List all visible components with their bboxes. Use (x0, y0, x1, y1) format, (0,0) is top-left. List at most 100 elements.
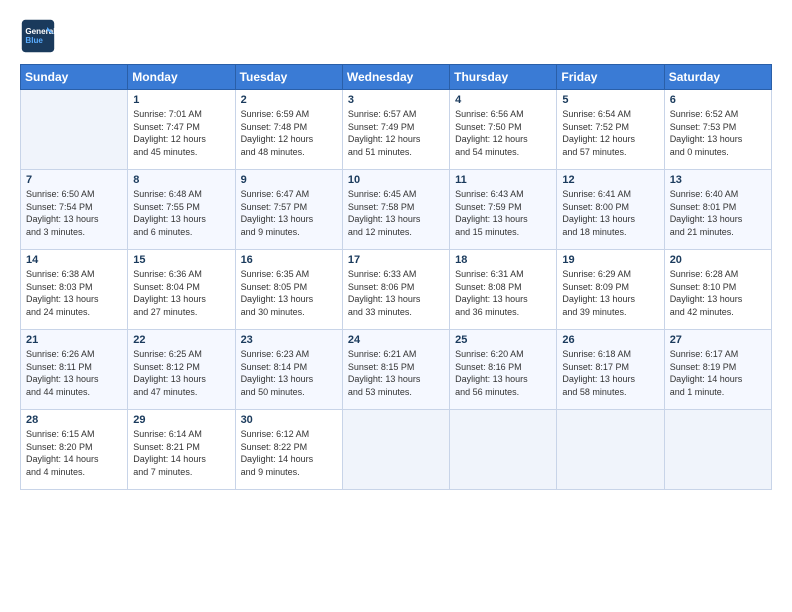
day-number: 19 (562, 254, 658, 266)
day-info: Sunrise: 6:15 AM Sunset: 8:20 PM Dayligh… (26, 428, 122, 478)
weekday-header-tuesday: Tuesday (235, 65, 342, 90)
calendar-cell: 13Sunrise: 6:40 AM Sunset: 8:01 PM Dayli… (664, 170, 771, 250)
day-info: Sunrise: 6:45 AM Sunset: 7:58 PM Dayligh… (348, 188, 444, 238)
day-info: Sunrise: 6:50 AM Sunset: 7:54 PM Dayligh… (26, 188, 122, 238)
calendar-cell: 26Sunrise: 6:18 AM Sunset: 8:17 PM Dayli… (557, 330, 664, 410)
day-number: 25 (455, 334, 551, 346)
calendar-cell: 11 Sunrise: 6:43 AM Sunset: 7:59 PM Dayli… (450, 170, 557, 250)
page: General Blue SundayMondayTuesdayWednesda… (0, 0, 792, 500)
calendar-cell: 28 Sunrise: 6:15 AM Sunset: 8:20 PM Dayli… (21, 410, 128, 490)
day-info: Sunrise: 6:56 AM Sunset: 7:50 PM Dayligh… (455, 108, 551, 158)
calendar-cell: 23 Sunrise: 6:23 AM Sunset: 8:14 PM Dayli… (235, 330, 342, 410)
day-info: Sunrise: 6:47 AM Sunset: 7:57 PM Dayligh… (241, 188, 337, 238)
day-info: Sunrise: 6:29 AM Sunset: 8:09 PM Dayligh… (562, 268, 658, 318)
svg-text:Blue: Blue (25, 36, 43, 45)
calendar-week-2: 7Sunrise: 6:50 AM Sunset: 7:54 PM Daylig… (21, 170, 772, 250)
day-info: Sunrise: 6:48 AM Sunset: 7:55 PM Dayligh… (133, 188, 229, 238)
day-info: Sunrise: 6:28 AM Sunset: 8:10 PM Dayligh… (670, 268, 766, 318)
calendar-cell: 3 Sunrise: 6:57 AM Sunset: 7:49 PM Daylig… (342, 90, 449, 170)
day-number: 28 (26, 414, 122, 426)
day-number: 4 (455, 94, 551, 106)
day-number: 23 (241, 334, 337, 346)
day-number: 12 (562, 174, 658, 186)
calendar-table: SundayMondayTuesdayWednesdayThursdayFrid… (20, 64, 772, 490)
calendar-cell: 14 Sunrise: 6:38 AM Sunset: 8:03 PM Dayli… (21, 250, 128, 330)
day-number: 14 (26, 254, 122, 266)
calendar-week-1: 1 Sunrise: 7:01 AM Sunset: 7:47 PM Daylig… (21, 90, 772, 170)
day-info: Sunrise: 6:41 AM Sunset: 8:00 PM Dayligh… (562, 188, 658, 238)
weekday-header-row: SundayMondayTuesdayWednesdayThursdayFrid… (21, 65, 772, 90)
weekday-header-sunday: Sunday (21, 65, 128, 90)
day-info: Sunrise: 6:23 AM Sunset: 8:14 PM Dayligh… (241, 348, 337, 398)
day-info: Sunrise: 6:59 AM Sunset: 7:48 PM Dayligh… (241, 108, 337, 158)
day-info: Sunrise: 6:21 AM Sunset: 8:15 PM Dayligh… (348, 348, 444, 398)
day-info: Sunrise: 6:17 AM Sunset: 8:19 PM Dayligh… (670, 348, 766, 398)
calendar-cell: 6 Sunrise: 6:52 AM Sunset: 7:53 PM Daylig… (664, 90, 771, 170)
calendar-week-4: 21 Sunrise: 6:26 AM Sunset: 8:11 PM Dayli… (21, 330, 772, 410)
calendar-cell: 17 Sunrise: 6:33 AM Sunset: 8:06 PM Dayli… (342, 250, 449, 330)
day-info: Sunrise: 6:26 AM Sunset: 8:11 PM Dayligh… (26, 348, 122, 398)
day-info: Sunrise: 6:57 AM Sunset: 7:49 PM Dayligh… (348, 108, 444, 158)
day-info: Sunrise: 6:43 AM Sunset: 7:59 PM Dayligh… (455, 188, 551, 238)
logo: General Blue (20, 18, 60, 54)
day-number: 17 (348, 254, 444, 266)
day-number: 24 (348, 334, 444, 346)
day-number: 16 (241, 254, 337, 266)
calendar-cell: 2 Sunrise: 6:59 AM Sunset: 7:48 PM Daylig… (235, 90, 342, 170)
day-info: Sunrise: 6:38 AM Sunset: 8:03 PM Dayligh… (26, 268, 122, 318)
day-number: 22 (133, 334, 229, 346)
calendar-week-3: 14 Sunrise: 6:38 AM Sunset: 8:03 PM Dayli… (21, 250, 772, 330)
day-number: 11 (455, 174, 551, 186)
calendar-cell: 15 Sunrise: 6:36 AM Sunset: 8:04 PM Dayli… (128, 250, 235, 330)
day-info: Sunrise: 6:35 AM Sunset: 8:05 PM Dayligh… (241, 268, 337, 318)
weekday-header-monday: Monday (128, 65, 235, 90)
day-info: Sunrise: 6:20 AM Sunset: 8:16 PM Dayligh… (455, 348, 551, 398)
day-info: Sunrise: 6:12 AM Sunset: 8:22 PM Dayligh… (241, 428, 337, 478)
day-number: 8 (133, 174, 229, 186)
calendar-cell: 10Sunrise: 6:45 AM Sunset: 7:58 PM Dayli… (342, 170, 449, 250)
calendar-cell: 1 Sunrise: 7:01 AM Sunset: 7:47 PM Daylig… (128, 90, 235, 170)
calendar-cell (450, 410, 557, 490)
day-info: Sunrise: 6:25 AM Sunset: 8:12 PM Dayligh… (133, 348, 229, 398)
weekday-header-wednesday: Wednesday (342, 65, 449, 90)
logo-icon: General Blue (20, 18, 56, 54)
calendar-cell: 16 Sunrise: 6:35 AM Sunset: 8:05 PM Dayli… (235, 250, 342, 330)
calendar-cell (557, 410, 664, 490)
day-number: 1 (133, 94, 229, 106)
day-info: Sunrise: 7:01 AM Sunset: 7:47 PM Dayligh… (133, 108, 229, 158)
calendar-cell: 18 Sunrise: 6:31 AM Sunset: 8:08 PM Dayli… (450, 250, 557, 330)
day-info: Sunrise: 6:54 AM Sunset: 7:52 PM Dayligh… (562, 108, 658, 158)
day-info: Sunrise: 6:33 AM Sunset: 8:06 PM Dayligh… (348, 268, 444, 318)
day-info: Sunrise: 6:14 AM Sunset: 8:21 PM Dayligh… (133, 428, 229, 478)
day-number: 30 (241, 414, 337, 426)
calendar-cell: 9 Sunrise: 6:47 AM Sunset: 7:57 PM Daylig… (235, 170, 342, 250)
day-info: Sunrise: 6:52 AM Sunset: 7:53 PM Dayligh… (670, 108, 766, 158)
calendar-cell: 24 Sunrise: 6:21 AM Sunset: 8:15 PM Dayli… (342, 330, 449, 410)
day-number: 3 (348, 94, 444, 106)
calendar-cell: 20Sunrise: 6:28 AM Sunset: 8:10 PM Dayli… (664, 250, 771, 330)
calendar-cell: 12 Sunrise: 6:41 AM Sunset: 8:00 PM Dayli… (557, 170, 664, 250)
weekday-header-saturday: Saturday (664, 65, 771, 90)
calendar-cell: 19 Sunrise: 6:29 AM Sunset: 8:09 PM Dayli… (557, 250, 664, 330)
calendar-cell: 7Sunrise: 6:50 AM Sunset: 7:54 PM Daylig… (21, 170, 128, 250)
day-number: 6 (670, 94, 766, 106)
header: General Blue (20, 18, 772, 54)
calendar-cell (664, 410, 771, 490)
calendar-cell (342, 410, 449, 490)
calendar-cell: 29 Sunrise: 6:14 AM Sunset: 8:21 PM Dayli… (128, 410, 235, 490)
day-number: 15 (133, 254, 229, 266)
day-number: 18 (455, 254, 551, 266)
day-info: Sunrise: 6:31 AM Sunset: 8:08 PM Dayligh… (455, 268, 551, 318)
calendar-cell: 27Sunrise: 6:17 AM Sunset: 8:19 PM Dayli… (664, 330, 771, 410)
day-info: Sunrise: 6:36 AM Sunset: 8:04 PM Dayligh… (133, 268, 229, 318)
weekday-header-thursday: Thursday (450, 65, 557, 90)
day-number: 29 (133, 414, 229, 426)
day-number: 2 (241, 94, 337, 106)
day-number: 21 (26, 334, 122, 346)
day-number: 9 (241, 174, 337, 186)
day-number: 5 (562, 94, 658, 106)
calendar-cell: 5 Sunrise: 6:54 AM Sunset: 7:52 PM Daylig… (557, 90, 664, 170)
weekday-header-friday: Friday (557, 65, 664, 90)
day-number: 26 (562, 334, 658, 346)
calendar-cell: 8 Sunrise: 6:48 AM Sunset: 7:55 PM Daylig… (128, 170, 235, 250)
